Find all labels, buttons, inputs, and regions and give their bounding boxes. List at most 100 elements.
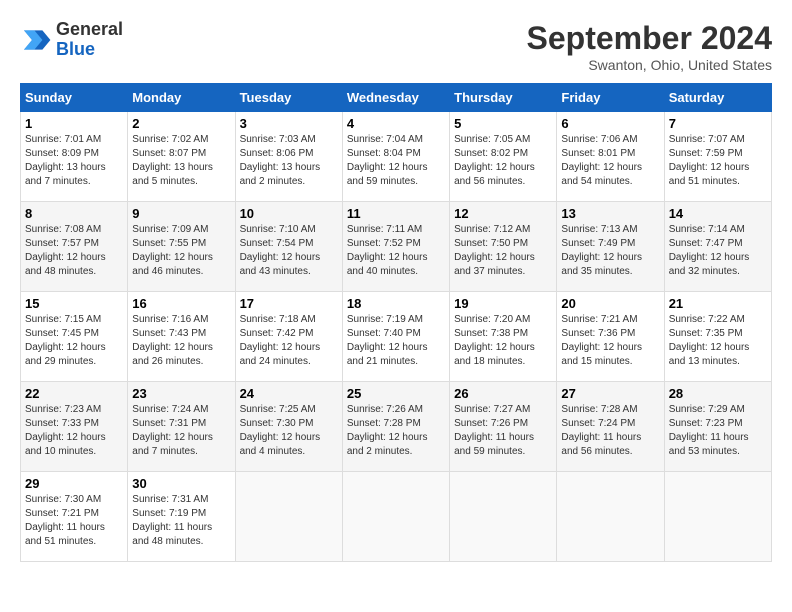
page-header: General Blue September 2024 Swanton, Ohi… bbox=[20, 20, 772, 73]
day-info: Sunrise: 7:11 AM Sunset: 7:52 PM Dayligh… bbox=[347, 223, 445, 279]
day-info: Sunrise: 7:01 AM Sunset: 8:09 PM Dayligh… bbox=[25, 133, 123, 189]
day-number: 13 bbox=[561, 206, 659, 221]
day-number: 29 bbox=[25, 476, 123, 491]
day-number: 27 bbox=[561, 386, 659, 401]
day-info: Sunrise: 7:04 AM Sunset: 8:04 PM Dayligh… bbox=[347, 133, 445, 189]
calendar-cell: 25 Sunrise: 7:26 AM Sunset: 7:28 PM Dayli… bbox=[342, 382, 449, 472]
calendar-cell: 28 Sunrise: 7:29 AM Sunset: 7:23 PM Dayli… bbox=[664, 382, 771, 472]
header-thursday: Thursday bbox=[450, 84, 557, 112]
calendar-cell: 9 Sunrise: 7:09 AM Sunset: 7:55 PM Daylig… bbox=[128, 202, 235, 292]
day-number: 14 bbox=[669, 206, 767, 221]
calendar-cell: 21Sunrise: 7:22 AM Sunset: 7:35 PM Dayli… bbox=[664, 292, 771, 382]
calendar-cell: 24Sunrise: 7:25 AM Sunset: 7:30 PM Dayli… bbox=[235, 382, 342, 472]
day-number: 30 bbox=[132, 476, 230, 491]
day-info: Sunrise: 7:07 AM Sunset: 7:59 PM Dayligh… bbox=[669, 133, 767, 189]
day-number: 12 bbox=[454, 206, 552, 221]
header-saturday: Saturday bbox=[664, 84, 771, 112]
day-info: Sunrise: 7:02 AM Sunset: 8:07 PM Dayligh… bbox=[132, 133, 230, 189]
calendar-cell bbox=[342, 472, 449, 562]
calendar-cell: 23 Sunrise: 7:24 AM Sunset: 7:31 PM Dayli… bbox=[128, 382, 235, 472]
calendar-cell bbox=[664, 472, 771, 562]
calendar-week-row: 15 Sunrise: 7:15 AM Sunset: 7:45 PM Dayli… bbox=[21, 292, 772, 382]
day-info: Sunrise: 7:19 AM Sunset: 7:40 PM Dayligh… bbox=[347, 313, 445, 369]
day-number: 15 bbox=[25, 296, 123, 311]
day-number: 16 bbox=[132, 296, 230, 311]
day-number: 28 bbox=[669, 386, 767, 401]
header-wednesday: Wednesday bbox=[342, 84, 449, 112]
logo: General Blue bbox=[20, 20, 123, 60]
day-info: Sunrise: 7:18 AM Sunset: 7:42 PM Dayligh… bbox=[240, 313, 338, 369]
calendar-cell: 8Sunrise: 7:08 AM Sunset: 7:57 PM Daylig… bbox=[21, 202, 128, 292]
day-number: 18 bbox=[347, 296, 445, 311]
day-info: Sunrise: 7:13 AM Sunset: 7:49 PM Dayligh… bbox=[561, 223, 659, 279]
calendar-cell bbox=[557, 472, 664, 562]
calendar-cell: 19Sunrise: 7:20 AM Sunset: 7:38 PM Dayli… bbox=[450, 292, 557, 382]
day-number: 5 bbox=[454, 116, 552, 131]
logo-icon bbox=[20, 24, 52, 56]
day-number: 8 bbox=[25, 206, 123, 221]
day-number: 20 bbox=[561, 296, 659, 311]
day-info: Sunrise: 7:12 AM Sunset: 7:50 PM Dayligh… bbox=[454, 223, 552, 279]
calendar-cell: 5 Sunrise: 7:05 AM Sunset: 8:02 PM Daylig… bbox=[450, 112, 557, 202]
day-number: 17 bbox=[240, 296, 338, 311]
day-number: 2 bbox=[132, 116, 230, 131]
calendar-cell: 7 Sunrise: 7:07 AM Sunset: 7:59 PM Daylig… bbox=[664, 112, 771, 202]
day-info: Sunrise: 7:24 AM Sunset: 7:31 PM Dayligh… bbox=[132, 403, 230, 459]
day-number: 22 bbox=[25, 386, 123, 401]
day-number: 7 bbox=[669, 116, 767, 131]
day-info: Sunrise: 7:26 AM Sunset: 7:28 PM Dayligh… bbox=[347, 403, 445, 459]
day-info: Sunrise: 7:31 AM Sunset: 7:19 PM Dayligh… bbox=[132, 493, 230, 549]
day-info: Sunrise: 7:09 AM Sunset: 7:55 PM Dayligh… bbox=[132, 223, 230, 279]
day-info: Sunrise: 7:23 AM Sunset: 7:33 PM Dayligh… bbox=[25, 403, 123, 459]
day-info: Sunrise: 7:14 AM Sunset: 7:47 PM Dayligh… bbox=[669, 223, 767, 279]
calendar-cell: 14 Sunrise: 7:14 AM Sunset: 7:47 PM Dayli… bbox=[664, 202, 771, 292]
day-number: 11 bbox=[347, 206, 445, 221]
logo-line2: Blue bbox=[56, 39, 95, 59]
header-tuesday: Tuesday bbox=[235, 84, 342, 112]
calendar-cell: 2 Sunrise: 7:02 AM Sunset: 8:07 PM Daylig… bbox=[128, 112, 235, 202]
calendar-cell: 18 Sunrise: 7:19 AM Sunset: 7:40 PM Dayli… bbox=[342, 292, 449, 382]
calendar-cell: 20Sunrise: 7:21 AM Sunset: 7:36 PM Dayli… bbox=[557, 292, 664, 382]
calendar-cell: 13 Sunrise: 7:13 AM Sunset: 7:49 PM Dayli… bbox=[557, 202, 664, 292]
day-number: 3 bbox=[240, 116, 338, 131]
calendar-cell: 22 Sunrise: 7:23 AM Sunset: 7:33 PM Dayli… bbox=[21, 382, 128, 472]
day-number: 26 bbox=[454, 386, 552, 401]
calendar-cell: 17 Sunrise: 7:18 AM Sunset: 7:42 PM Dayli… bbox=[235, 292, 342, 382]
day-info: Sunrise: 7:22 AM Sunset: 7:35 PM Dayligh… bbox=[669, 313, 767, 369]
calendar-cell: 11 Sunrise: 7:11 AM Sunset: 7:52 PM Dayli… bbox=[342, 202, 449, 292]
day-number: 9 bbox=[132, 206, 230, 221]
logo-text: General Blue bbox=[56, 20, 123, 60]
calendar-header-row: SundayMondayTuesdayWednesdayThursdayFrid… bbox=[21, 84, 772, 112]
calendar-table: SundayMondayTuesdayWednesdayThursdayFrid… bbox=[20, 83, 772, 562]
calendar-cell: 12 Sunrise: 7:12 AM Sunset: 7:50 PM Dayli… bbox=[450, 202, 557, 292]
location: Swanton, Ohio, United States bbox=[527, 57, 772, 73]
day-info: Sunrise: 7:03 AM Sunset: 8:06 PM Dayligh… bbox=[240, 133, 338, 189]
calendar-cell: 29 Sunrise: 7:30 AM Sunset: 7:21 PM Dayli… bbox=[21, 472, 128, 562]
calendar-cell: 6Sunrise: 7:06 AM Sunset: 8:01 PM Daylig… bbox=[557, 112, 664, 202]
calendar-cell: 3 Sunrise: 7:03 AM Sunset: 8:06 PM Daylig… bbox=[235, 112, 342, 202]
calendar-cell: 26Sunrise: 7:27 AM Sunset: 7:26 PM Dayli… bbox=[450, 382, 557, 472]
day-info: Sunrise: 7:05 AM Sunset: 8:02 PM Dayligh… bbox=[454, 133, 552, 189]
calendar-cell: 16 Sunrise: 7:16 AM Sunset: 7:43 PM Dayli… bbox=[128, 292, 235, 382]
day-number: 25 bbox=[347, 386, 445, 401]
day-number: 10 bbox=[240, 206, 338, 221]
calendar-week-row: 1Sunrise: 7:01 AM Sunset: 8:09 PM Daylig… bbox=[21, 112, 772, 202]
day-info: Sunrise: 7:29 AM Sunset: 7:23 PM Dayligh… bbox=[669, 403, 767, 459]
calendar-cell: 1Sunrise: 7:01 AM Sunset: 8:09 PM Daylig… bbox=[21, 112, 128, 202]
day-info: Sunrise: 7:30 AM Sunset: 7:21 PM Dayligh… bbox=[25, 493, 123, 549]
calendar-cell: 4 Sunrise: 7:04 AM Sunset: 8:04 PM Daylig… bbox=[342, 112, 449, 202]
header-sunday: Sunday bbox=[21, 84, 128, 112]
month-title: September 2024 bbox=[527, 20, 772, 57]
logo-line1: General bbox=[56, 20, 123, 40]
calendar-cell: 30 Sunrise: 7:31 AM Sunset: 7:19 PM Dayli… bbox=[128, 472, 235, 562]
day-number: 4 bbox=[347, 116, 445, 131]
day-info: Sunrise: 7:15 AM Sunset: 7:45 PM Dayligh… bbox=[25, 313, 123, 369]
calendar-week-row: 22 Sunrise: 7:23 AM Sunset: 7:33 PM Dayli… bbox=[21, 382, 772, 472]
calendar-cell: 27Sunrise: 7:28 AM Sunset: 7:24 PM Dayli… bbox=[557, 382, 664, 472]
header-monday: Monday bbox=[128, 84, 235, 112]
title-block: September 2024 Swanton, Ohio, United Sta… bbox=[527, 20, 772, 73]
day-info: Sunrise: 7:25 AM Sunset: 7:30 PM Dayligh… bbox=[240, 403, 338, 459]
day-number: 23 bbox=[132, 386, 230, 401]
day-number: 19 bbox=[454, 296, 552, 311]
day-info: Sunrise: 7:16 AM Sunset: 7:43 PM Dayligh… bbox=[132, 313, 230, 369]
